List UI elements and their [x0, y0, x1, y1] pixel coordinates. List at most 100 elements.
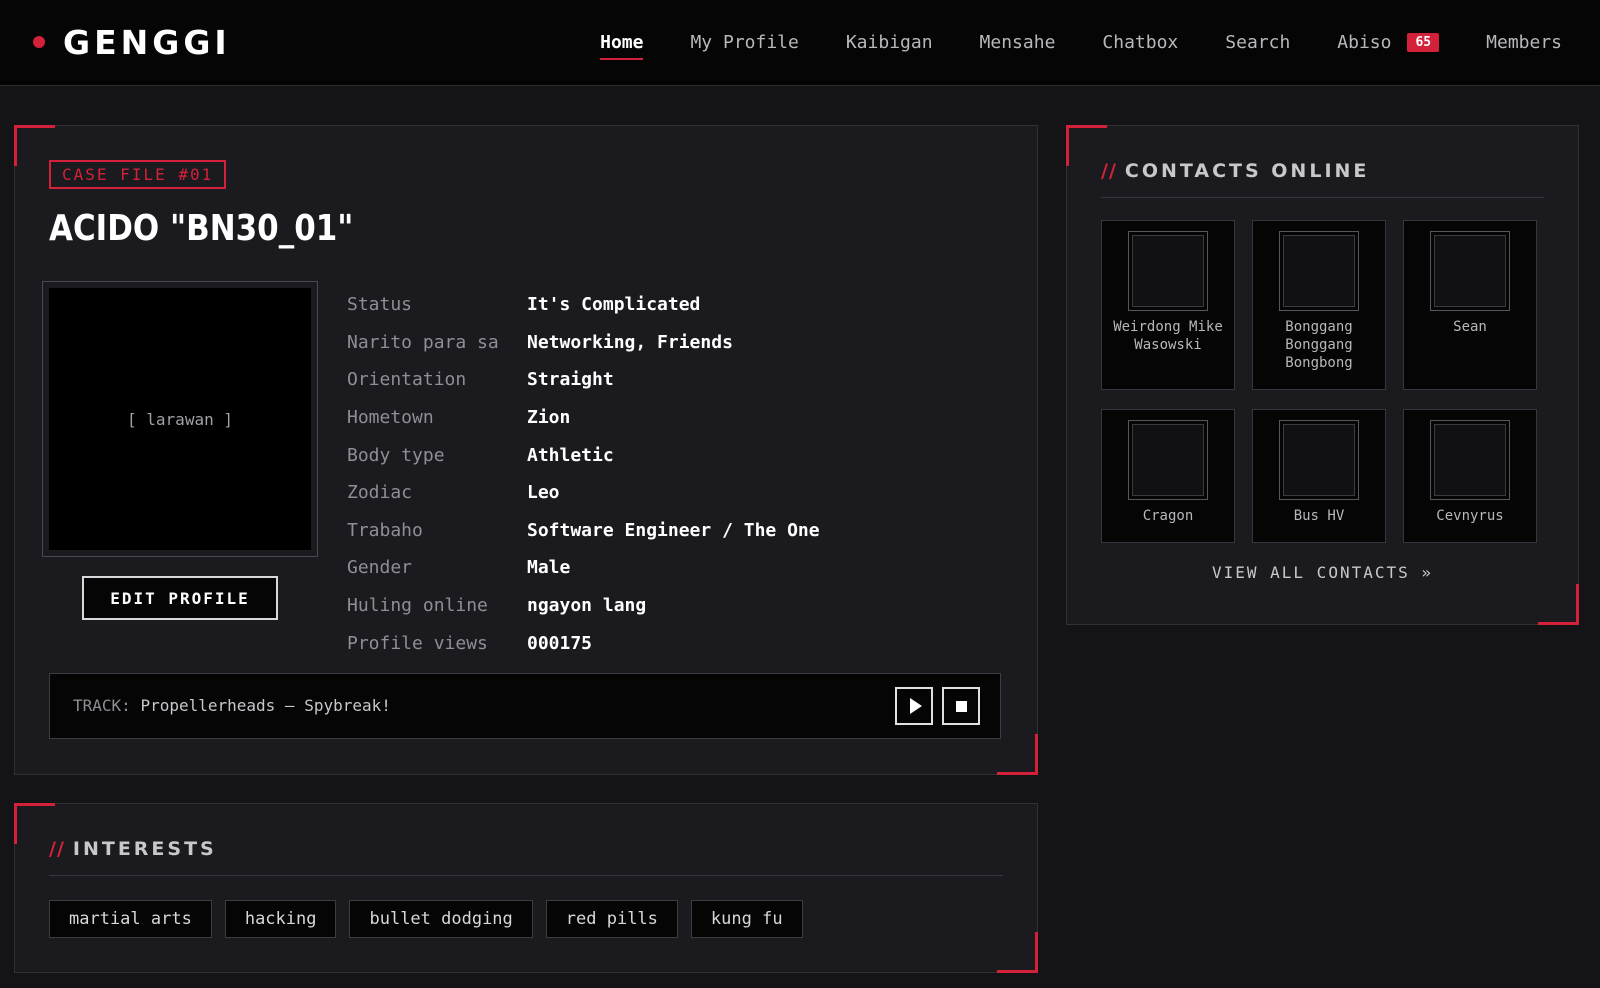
contacts-heading: // CONTACTS ONLINE — [1101, 160, 1369, 182]
contact-card[interactable]: Weirdong Mike Wasowski — [1101, 220, 1235, 390]
contact-card[interactable]: Cragon — [1101, 409, 1235, 543]
nav-item-members[interactable]: Members — [1486, 32, 1562, 53]
contact-name: Weirdong Mike Wasowski — [1113, 319, 1223, 353]
contact-name: Sean — [1453, 319, 1487, 335]
detail-row-orientation: Orientation Straight — [347, 361, 820, 399]
detail-row-gender: Gender Male — [347, 549, 820, 587]
nav-label: Search — [1225, 32, 1291, 53]
divider — [1101, 197, 1544, 198]
contact-name: Bonggang Bonggang Bongbong — [1285, 319, 1353, 371]
detail-row-profile-views: Profile views 000175 — [347, 624, 820, 662]
contact-card[interactable]: Sean — [1403, 220, 1537, 390]
detail-label: Zodiac — [347, 482, 413, 504]
notification-count-badge: 65 — [1407, 33, 1440, 52]
nav-label: Home — [600, 32, 644, 53]
profile-panel: CASE FILE #01 ACIDO "BN30_01" [ larawan … — [14, 125, 1038, 775]
interest-tag[interactable]: red pills — [545, 900, 678, 938]
heading-slashes: // — [49, 838, 65, 860]
detail-value: Software Engineer / The One — [527, 519, 820, 541]
profile-details: Status It's Complicated Narito para sa Net… — [347, 286, 820, 662]
detail-row-zodiac: Zodiac Leo — [347, 474, 820, 512]
top-navigation-bar: GENGGI Home My Profile Kaibigan Mensahe … — [0, 0, 1600, 86]
case-file-tag: CASE FILE #01 — [49, 160, 227, 189]
detail-label: Gender — [347, 557, 413, 579]
play-button[interactable] — [895, 687, 933, 725]
track-info: TRACK: Propellerheads – Spybreak! — [73, 696, 391, 715]
interest-tag[interactable]: hacking — [224, 900, 337, 938]
detail-value: Straight — [527, 369, 614, 391]
nav-label: Members — [1486, 32, 1562, 53]
divider — [49, 875, 1003, 876]
corner-accent — [1538, 584, 1579, 625]
corner-accent — [997, 734, 1038, 775]
detail-value: It's Complicated — [527, 294, 701, 316]
detail-value: Male — [527, 557, 571, 579]
detail-row-hometown: Hometown Zion — [347, 399, 820, 437]
music-player: TRACK: Propellerheads – Spybreak! — [49, 673, 1001, 739]
nav-label: Abiso — [1337, 32, 1392, 53]
contact-avatar — [1430, 231, 1510, 311]
track-title: Propellerheads – Spybreak! — [140, 696, 391, 715]
nav-label: My Profile — [690, 32, 799, 53]
detail-row-last-online: Huling online ngayon lang — [347, 587, 820, 625]
track-prefix: TRACK: — [73, 696, 131, 715]
view-all-contacts-link[interactable]: VIEW ALL CONTACTS » — [1067, 563, 1578, 582]
contact-name: Cragon — [1142, 508, 1194, 524]
profile-photo-placeholder: [ larawan ] — [49, 288, 311, 550]
edit-profile-button[interactable]: EDIT PROFILE — [82, 576, 278, 620]
nav-item-home[interactable]: Home — [600, 32, 644, 60]
interest-tag[interactable]: martial arts — [49, 900, 212, 938]
profile-name: ACIDO "BN30_01" — [49, 208, 354, 249]
detail-label: Hometown — [347, 407, 434, 429]
stop-icon — [955, 700, 967, 712]
heading-text: INTERESTS — [72, 838, 217, 860]
detail-value: Athletic — [527, 444, 614, 466]
heading-slashes: // — [1101, 160, 1117, 182]
interests-heading: // INTERESTS — [49, 838, 217, 860]
profile-photo-frame: [ larawan ] — [42, 281, 318, 557]
detail-label: Narito para sa — [347, 331, 499, 353]
brand-logo[interactable]: GENGGI — [33, 20, 231, 64]
contacts-grid: Weirdong Mike Wasowski Bonggang Bonggang… — [1101, 220, 1537, 543]
detail-row-looking-for: Narito para sa Networking, Friends — [347, 324, 820, 362]
detail-value: ngayon lang — [527, 595, 647, 617]
nav-item-abiso[interactable]: Abiso 65 — [1337, 32, 1440, 53]
detail-row-occupation: Trabaho Software Engineer / The One — [347, 512, 820, 550]
contact-card[interactable]: Bonggang Bonggang Bongbong — [1252, 220, 1386, 390]
nav-item-my-profile[interactable]: My Profile — [690, 32, 798, 53]
contact-name: Cevnyrus — [1436, 508, 1504, 524]
nav-label: Chatbox — [1102, 32, 1179, 53]
play-icon — [909, 698, 922, 714]
heading-text: CONTACTS ONLINE — [1124, 160, 1370, 182]
brand-name: GENGGI — [63, 22, 231, 62]
interest-tags: martial arts hacking bullet dodging red … — [49, 900, 816, 938]
detail-value: Networking, Friends — [527, 331, 733, 353]
contact-card[interactable]: Cevnyrus — [1403, 409, 1537, 543]
detail-row-status: Status It's Complicated — [347, 286, 820, 324]
detail-label: Orientation — [347, 369, 467, 391]
contact-avatar — [1128, 231, 1208, 311]
detail-label: Status — [347, 294, 413, 316]
contact-avatar — [1279, 420, 1359, 500]
nav-item-chatbox[interactable]: Chatbox — [1102, 32, 1178, 53]
brand-dot-icon — [33, 36, 45, 48]
contact-avatar — [1279, 231, 1359, 311]
stop-button[interactable] — [942, 687, 980, 725]
detail-label: Profile views — [347, 632, 488, 654]
main-nav: Home My Profile Kaibigan Mensahe Chatbox… — [553, 0, 1562, 85]
detail-value: 000175 — [527, 632, 593, 654]
nav-item-search[interactable]: Search — [1225, 32, 1290, 53]
nav-item-kaibigan[interactable]: Kaibigan — [846, 32, 933, 53]
contact-avatar — [1430, 420, 1510, 500]
interests-panel: // INTERESTS martial arts hacking bullet … — [14, 803, 1038, 973]
interest-tag[interactable]: bullet dodging — [349, 900, 533, 938]
nav-item-mensahe[interactable]: Mensahe — [980, 32, 1056, 53]
interest-tag[interactable]: kung fu — [690, 900, 803, 938]
contact-avatar — [1128, 420, 1208, 500]
detail-label: Trabaho — [347, 519, 423, 541]
contact-card[interactable]: Bus HV — [1252, 409, 1386, 543]
contacts-online-panel: // CONTACTS ONLINE Weirdong Mike Wasowski… — [1066, 125, 1579, 625]
nav-label: Kaibigan — [845, 32, 933, 53]
contact-name: Bus HV — [1293, 508, 1345, 524]
detail-label: Body type — [347, 444, 445, 466]
